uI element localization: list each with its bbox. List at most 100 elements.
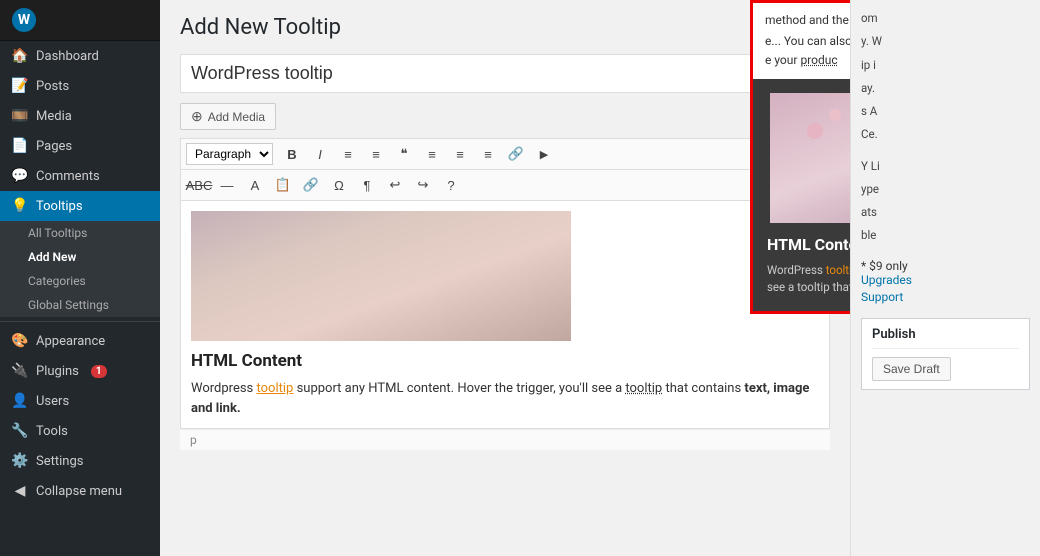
- tools-icon: 🔧: [12, 423, 28, 439]
- rp-text-5: s A: [861, 103, 1030, 120]
- support-link[interactable]: Support: [861, 290, 1030, 304]
- sidebar-item-label: Media: [36, 109, 72, 124]
- tooltip-card-title: HTML Content: [767, 235, 850, 254]
- help-button[interactable]: ?: [438, 173, 464, 197]
- sidebar-item-posts[interactable]: 📝 Posts: [0, 71, 160, 101]
- add-media-button[interactable]: ⊕ Add Media: [180, 103, 276, 130]
- rp-text-3: ip i: [861, 57, 1030, 74]
- sidebar-item-label: Users: [36, 394, 69, 409]
- special-char-button[interactable]: Ω: [326, 173, 352, 197]
- sidebar-item-label: Pages: [36, 139, 72, 154]
- right-panel: om y. W ip i ay. s A Ce. Y Li ype ats bl…: [850, 0, 1040, 556]
- media-icon: 🎞️: [12, 108, 28, 124]
- sidebar-item-media[interactable]: 🎞️ Media: [0, 101, 160, 131]
- publish-box: Publish Save Draft: [861, 318, 1030, 390]
- save-draft-button[interactable]: Save Draft: [872, 357, 951, 381]
- paste-button[interactable]: 📋: [270, 173, 296, 197]
- sidebar-item-collapse[interactable]: ◀ Collapse menu: [0, 476, 160, 506]
- sidebar-item-label: Appearance: [36, 334, 105, 349]
- page-title: Add New Tooltip: [180, 15, 830, 40]
- format-select[interactable]: Paragraph Heading 1 Heading 2: [186, 143, 273, 165]
- sidebar-item-global-settings[interactable]: Global Settings: [0, 293, 160, 317]
- tooltip-title-input[interactable]: [180, 54, 830, 93]
- rp-list: Y Li ype ats ble: [861, 158, 1030, 245]
- sidebar-item-all-tooltips[interactable]: All Tooltips: [0, 221, 160, 245]
- add-media-icon: ⊕: [191, 108, 203, 125]
- rp-price-text: * $9 only: [861, 259, 1030, 273]
- editor-text-3: that contains: [662, 381, 744, 396]
- sidebar-item-pages[interactable]: 📄 Pages: [0, 131, 160, 161]
- tooltip-card-p1: WordPress: [767, 263, 826, 277]
- rp-text-4: ay.: [861, 80, 1030, 97]
- blockquote-button[interactable]: ❝: [391, 142, 417, 166]
- link2-button[interactable]: 🔗: [298, 173, 324, 197]
- editor-heading: HTML Content: [191, 351, 819, 371]
- tooltip-scroll-text-3: e your produc: [765, 51, 850, 70]
- settings-icon: ⚙️: [12, 453, 28, 469]
- editor-content[interactable]: HTML Content Wordpress tooltip support a…: [180, 201, 830, 429]
- editor-tooltip-link[interactable]: tooltip: [257, 381, 294, 396]
- rp-text-6: Ce.: [861, 126, 1030, 143]
- dashboard-icon: 🏠: [12, 48, 28, 64]
- tooltip-card-image: [767, 93, 850, 223]
- sidebar-item-dashboard[interactable]: 🏠 Dashboard: [0, 41, 160, 71]
- sidebar-item-label: Tools: [36, 424, 68, 439]
- more-button[interactable]: ▶: [531, 142, 557, 166]
- align-center-button[interactable]: ≡: [447, 142, 473, 166]
- tooltip-scroll-area: method and the hidden method for the too…: [750, 0, 850, 79]
- align-left-button[interactable]: ≡: [419, 142, 445, 166]
- editor-image: [191, 211, 571, 341]
- sidebar-item-label: Settings: [36, 454, 83, 469]
- sidebar-item-appearance[interactable]: 🎨 Appearance: [0, 326, 160, 356]
- editor-image-svg: [191, 211, 571, 341]
- tooltip-scroll-text2a: e... You can also customize: [765, 34, 850, 48]
- tooltip-scroll-text-1: method and the hidden method for the too…: [765, 11, 850, 30]
- tooltip-card-link: tooltip: [826, 263, 850, 277]
- sidebar-divider: [0, 321, 160, 322]
- ol-button[interactable]: ≡: [363, 142, 389, 166]
- sidebar-item-categories[interactable]: Categories: [0, 269, 160, 293]
- rp-description: om y. W ip i ay. s A Ce.: [861, 10, 1030, 144]
- editor-tooltip-underline: tooltip: [625, 381, 662, 396]
- sidebar-item-comments[interactable]: 💬 Comments: [0, 161, 160, 191]
- ul-button[interactable]: ≡: [335, 142, 361, 166]
- add-new-label: Add New: [28, 250, 76, 264]
- toolbar-row-1: Paragraph Heading 1 Heading 2 B I ≡ ≡ ❝ …: [181, 139, 829, 170]
- rp-list-4: ble: [861, 227, 1030, 244]
- rp-list-3: ats: [861, 204, 1030, 221]
- appearance-icon: 🎨: [12, 333, 28, 349]
- sidebar-item-plugins[interactable]: 🔌 Plugins 1: [0, 356, 160, 386]
- undo-button[interactable]: ↩: [382, 173, 408, 197]
- rp-list-2: ype: [861, 181, 1030, 198]
- italic-button[interactable]: I: [307, 142, 333, 166]
- tooltip-card-text: WordPress tooltip support any HTML conte…: [767, 262, 850, 298]
- toolbar-row-2: ABC — A 📋 🔗 Ω ¶ ↩ ↪ ?: [181, 170, 829, 200]
- indent-button[interactable]: ¶: [354, 173, 380, 197]
- sidebar-item-add-new[interactable]: Add New: [0, 245, 160, 269]
- font-color-button[interactable]: A: [242, 173, 268, 197]
- editor-toolbar: Paragraph Heading 1 Heading 2 B I ≡ ≡ ❝ …: [180, 138, 830, 201]
- posts-icon: 📝: [12, 78, 28, 94]
- sidebar-item-users[interactable]: 👤 Users: [0, 386, 160, 416]
- sidebar-item-settings[interactable]: ⚙️ Settings: [0, 446, 160, 476]
- upgrades-link[interactable]: Upgrades: [861, 273, 1030, 287]
- pages-icon: 📄: [12, 138, 28, 154]
- tooltip-popup-container: method and the hidden method for the too…: [750, 0, 850, 314]
- main-inner: Add New Tooltip ⊕ Add Media Paragraph He…: [160, 0, 850, 556]
- bold-button[interactable]: B: [279, 142, 305, 166]
- sidebar-item-label: Dashboard: [36, 49, 99, 64]
- sidebar: W 🏠 Dashboard 📝 Posts 🎞️ Media 📄 Pages 💬…: [0, 0, 160, 556]
- tooltip-scroll-link2: produc: [800, 53, 837, 67]
- align-right-button[interactable]: ≡: [475, 142, 501, 166]
- sidebar-item-tools[interactable]: 🔧 Tools: [0, 416, 160, 446]
- tooltips-icon: 💡: [12, 198, 28, 214]
- global-settings-label: Global Settings: [28, 298, 109, 312]
- sidebar-item-label: Plugins: [36, 364, 79, 379]
- hr-button[interactable]: —: [214, 173, 240, 197]
- link-button[interactable]: 🔗: [503, 142, 529, 166]
- main-content: Add New Tooltip ⊕ Add Media Paragraph He…: [160, 0, 850, 556]
- redo-button[interactable]: ↪: [410, 173, 436, 197]
- tooltip-scroll-text-2: e... You can also customize WordPress to…: [765, 32, 850, 51]
- strikethrough-button[interactable]: ABC: [186, 173, 212, 197]
- sidebar-item-tooltips[interactable]: 💡 Tooltips: [0, 191, 160, 221]
